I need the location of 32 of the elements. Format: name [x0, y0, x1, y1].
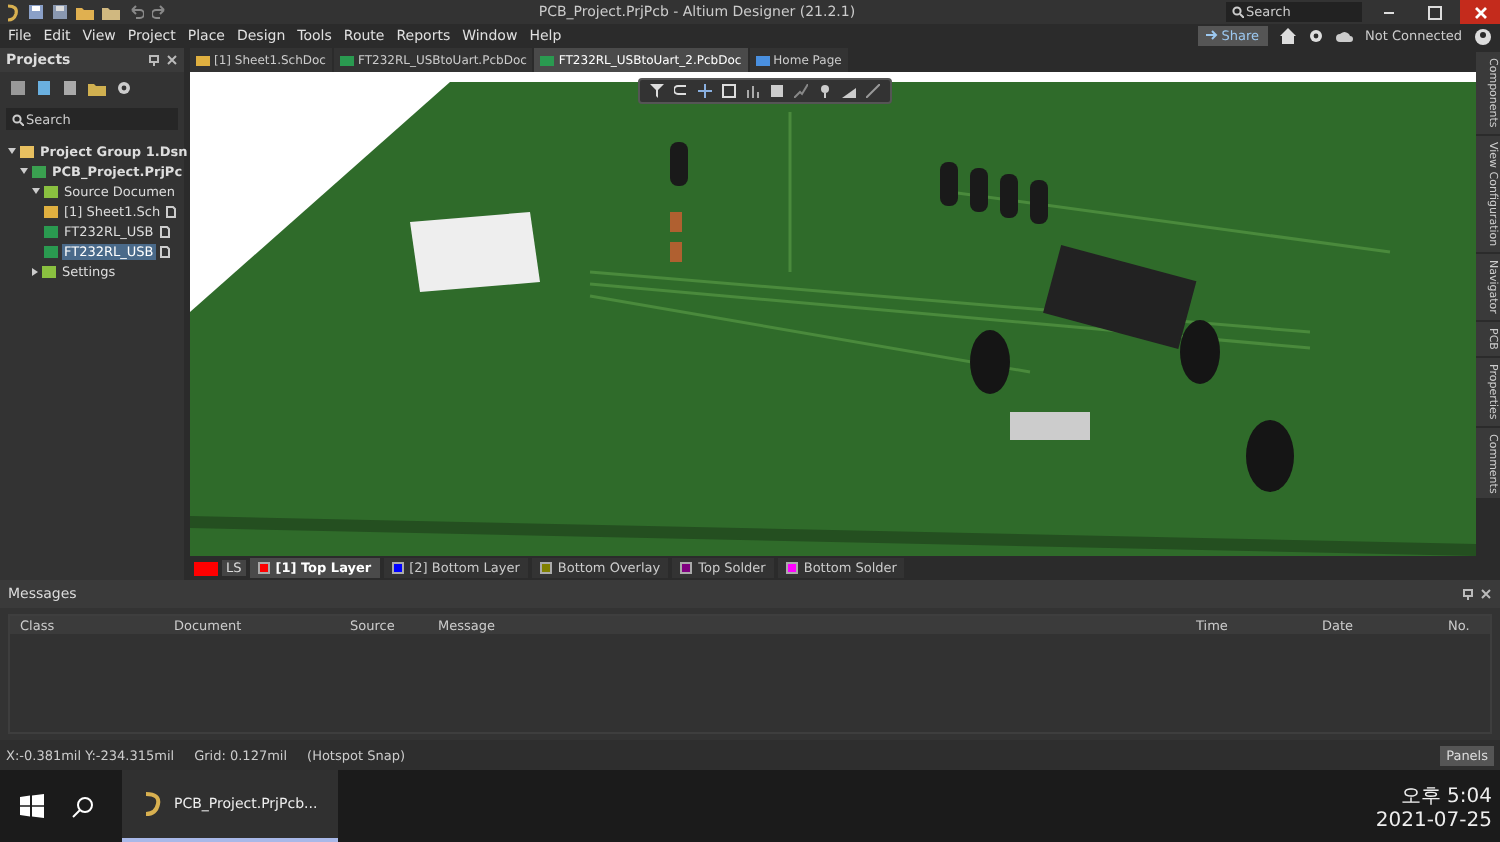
save-all-icon[interactable] [52, 4, 68, 20]
filter-icon[interactable] [650, 84, 664, 98]
close-button[interactable] [1460, 0, 1500, 24]
plus-icon[interactable] [698, 84, 712, 98]
search-icon [12, 113, 24, 125]
clock-date: 2021-07-25 [1375, 809, 1492, 831]
close-icon[interactable] [166, 54, 178, 66]
undo-icon[interactable] [128, 4, 144, 20]
settings-icon[interactable] [1307, 28, 1324, 44]
cloud-icon [1335, 29, 1354, 43]
windows-start-icon[interactable] [20, 794, 44, 818]
close-icon[interactable] [1480, 588, 1492, 600]
user-icon[interactable] [1474, 27, 1492, 45]
line-icon[interactable] [866, 84, 880, 98]
home-icon[interactable] [1279, 28, 1296, 44]
square-icon[interactable] [770, 84, 784, 98]
clock-time: 오후 5:04 [1400, 783, 1492, 809]
save-icon[interactable] [28, 4, 44, 20]
settings-icon[interactable] [116, 80, 132, 96]
close-icon [1473, 5, 1487, 19]
app-logo-icon [142, 792, 162, 816]
arrow-icon [1205, 30, 1218, 40]
pin-icon[interactable] [148, 54, 160, 66]
search-icon[interactable] [72, 795, 94, 817]
app-logo-icon [4, 3, 20, 21]
pin-icon[interactable] [818, 84, 832, 98]
search-icon [1232, 6, 1244, 18]
folder-icon[interactable] [88, 80, 106, 96]
square-icon[interactable] [722, 84, 736, 98]
redo-icon[interactable] [152, 4, 168, 20]
pin-icon[interactable] [1462, 588, 1474, 600]
magnet-icon[interactable] [674, 84, 688, 98]
